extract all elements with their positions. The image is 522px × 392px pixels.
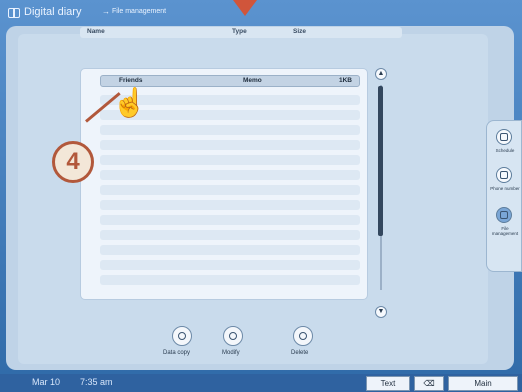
modify-icon xyxy=(229,332,237,340)
breadcrumb: File management xyxy=(112,8,167,15)
table-row-empty[interactable] xyxy=(100,260,360,270)
step-callout: 4 xyxy=(52,141,94,183)
delete-button[interactable] xyxy=(293,326,313,346)
modify-button[interactable] xyxy=(223,326,243,346)
cell-name: Friends xyxy=(119,77,143,84)
modify-label: Modify xyxy=(222,350,240,356)
scroll-up-button[interactable]: ▲ xyxy=(375,68,387,80)
phone-number-button[interactable] xyxy=(496,167,512,183)
text-button[interactable]: Text xyxy=(366,376,410,391)
data-copy-button[interactable] xyxy=(172,326,192,346)
data-copy-label: Data copy xyxy=(163,350,191,356)
phone-icon xyxy=(500,171,508,179)
table-row-empty[interactable] xyxy=(100,230,360,240)
table-header: Name Type Size xyxy=(80,27,402,38)
table-row-empty[interactable] xyxy=(100,155,360,165)
table-row-empty[interactable] xyxy=(100,275,360,285)
schedule-button[interactable] xyxy=(496,129,512,145)
side-menu: Schedule Phone number File management xyxy=(486,120,522,272)
file-management-button[interactable] xyxy=(496,207,512,223)
diary-icon xyxy=(8,8,20,18)
status-time: 7:35 am xyxy=(80,377,113,387)
table-row-empty[interactable] xyxy=(100,140,360,150)
header-size: Size xyxy=(293,28,307,35)
pointing-hand-icon: ☝ xyxy=(112,87,147,118)
title-bar: Digital diary → File management xyxy=(0,0,522,26)
scroll-down-button[interactable]: ▼ xyxy=(375,306,387,318)
table-row-empty[interactable] xyxy=(100,245,360,255)
main-button[interactable]: Main xyxy=(448,376,518,391)
table-row-empty[interactable] xyxy=(100,200,360,210)
backspace-button[interactable]: ⌫ xyxy=(414,376,444,391)
file-management-label: File management xyxy=(491,226,519,236)
calendar-icon xyxy=(500,133,508,141)
app-window: Digital diary → File management Name Typ… xyxy=(0,0,522,392)
status-date: Mar 10 xyxy=(32,377,61,387)
table-row-empty[interactable] xyxy=(100,185,360,195)
status-bar: Mar 10 7:35 am Text ⌫ Main xyxy=(0,374,522,392)
breadcrumb-separator: → xyxy=(102,7,110,16)
header-name: Name xyxy=(87,28,105,35)
copy-icon xyxy=(178,332,186,340)
table-row-empty[interactable] xyxy=(100,170,360,180)
table-row-empty[interactable] xyxy=(100,125,360,135)
delete-icon xyxy=(299,332,307,340)
table-row-empty[interactable] xyxy=(100,215,360,225)
header-type: Type xyxy=(232,28,247,35)
hint-arrow xyxy=(233,0,257,16)
cell-size: 1KB xyxy=(339,77,353,84)
schedule-label: Schedule xyxy=(495,148,515,153)
scrollbar-thumb[interactable] xyxy=(378,86,383,236)
app-title: Digital diary xyxy=(24,6,82,18)
delete-label: Delete xyxy=(291,350,309,356)
phone-number-label: Phone number xyxy=(490,186,520,191)
cell-type: Memo xyxy=(243,77,262,84)
folder-icon xyxy=(500,211,508,219)
